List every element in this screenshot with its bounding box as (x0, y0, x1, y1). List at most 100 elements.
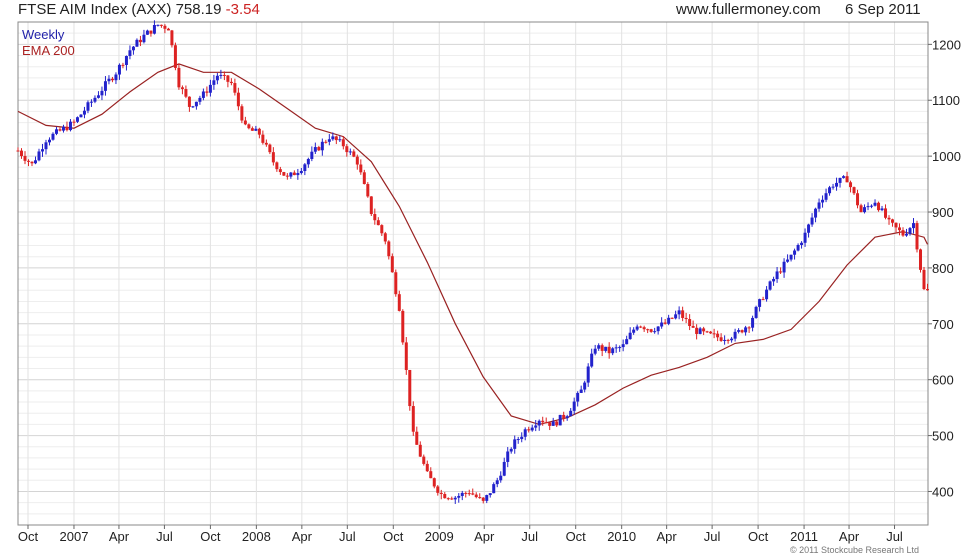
weekly-bar-body-up (565, 416, 569, 419)
weekly-bar-body-up (908, 228, 912, 234)
weekly-bar-body-up (772, 279, 776, 282)
weekly-bar-body-down (362, 172, 366, 185)
weekly-bar-body-down (688, 319, 692, 327)
weekly-bar-body-down (250, 128, 254, 131)
weekly-bar-body-up (551, 421, 555, 426)
weekly-bar-body-down (478, 497, 482, 499)
weekly-bar-body-down (481, 497, 485, 501)
weekly-bar-body-up (191, 106, 195, 108)
weekly-bar-body-up (128, 50, 132, 56)
weekly-bar-body-down (856, 193, 860, 206)
x-tick-label: Jul (886, 529, 903, 544)
weekly-bar-body-up (201, 91, 205, 98)
weekly-bar-body-down (247, 124, 251, 129)
x-tick-label: Oct (18, 529, 39, 544)
weekly-bar-body-down (446, 498, 450, 500)
y-tick-label: 600 (932, 373, 954, 388)
plot-frame (17, 21, 929, 526)
weekly-bar-body-up (824, 193, 828, 200)
weekly-bar-body-down (278, 169, 282, 173)
weekly-bar-body-up (86, 102, 90, 111)
weekly-bar-body-up (733, 331, 737, 339)
weekly-bar-body-up (47, 139, 51, 143)
x-axis: Oct 2007 Apr Jul Oct 2008 Apr Jul Oct 2009 Apr Jul O… (18, 525, 903, 544)
weekly-bar-body-up (758, 299, 762, 307)
weekly-bar-body-down (527, 429, 531, 431)
weekly-bar-body-down (30, 161, 34, 164)
y-tick-label: 700 (932, 317, 954, 332)
weekly-bar-body-up (75, 117, 79, 122)
weekly-bar-body-down (894, 222, 898, 228)
weekly-bar-body-down (26, 160, 30, 162)
weekly-bar-body-down (649, 329, 653, 332)
weekly-bar-body-up (621, 344, 625, 348)
weekly-bar-body-down (243, 120, 247, 125)
weekly-bar-body-up (152, 25, 156, 34)
weekly-bar-body-down (16, 150, 20, 152)
weekly-bar-body-down (317, 147, 321, 151)
weekly-bar-body-up (457, 495, 461, 498)
weekly-bar-body-up (54, 129, 58, 134)
y-tick-label: 1000 (932, 149, 961, 164)
weekly-bar-body-up (516, 439, 520, 441)
weekly-bar-body-up (656, 326, 660, 332)
chart-grid (18, 21, 928, 525)
weekly-bar-body-down (271, 152, 275, 163)
weekly-bar-body-down (341, 139, 345, 147)
weekly-bar-body-up (530, 427, 534, 431)
weekly-bar-body-up (821, 199, 825, 203)
weekly-bar-body-down (548, 422, 552, 426)
weekly-bar-body-down (901, 230, 905, 236)
weekly-bar-body-up (100, 90, 104, 96)
weekly-bar-body-up (880, 208, 884, 211)
weekly-bar-body-up (254, 128, 258, 131)
weekly-bar-body-up (61, 126, 65, 131)
weekly-bar-body-up (789, 254, 793, 260)
weekly-bar-body-down (926, 289, 930, 291)
weekly-bar-body-down (709, 331, 713, 334)
weekly-bar-body-down (285, 175, 289, 177)
x-tick-label: 2009 (425, 529, 454, 544)
weekly-bar-body-up (289, 172, 293, 177)
weekly-bar-body-up (814, 208, 818, 218)
weekly-bar-body-up (107, 78, 111, 82)
y-tick-label: 800 (932, 261, 954, 276)
legend-ema: EMA 200 (22, 43, 75, 58)
weekly-bar-body-down (607, 346, 611, 354)
weekly-bar-body-up (831, 186, 835, 188)
weekly-bar-body-up (674, 314, 678, 319)
weekly-bar-body-down (23, 156, 27, 161)
weekly-bar-body-down (443, 494, 447, 499)
weekly-bar-body-down (474, 494, 478, 498)
weekly-bar-body-up (653, 331, 657, 333)
weekly-bar-body-down (390, 256, 394, 273)
x-tick-label: Apr (657, 529, 678, 544)
weekly-bar-body-up (786, 259, 790, 262)
weekly-bar-body-down (691, 326, 695, 328)
weekly-bar-body-up (194, 101, 198, 107)
weekly-bar-body-up (495, 480, 499, 485)
weekly-bar-body-down (467, 493, 471, 495)
weekly-bar-body-up (89, 101, 93, 103)
weekly-bar-body-up (677, 310, 681, 315)
weekly-bar-body-up (635, 326, 639, 330)
weekly-bar-body-up (520, 436, 524, 440)
x-tick-label: Jul (704, 529, 721, 544)
weekly-bar-body-up (338, 139, 342, 141)
weekly-bar-body-up (208, 84, 212, 93)
weekly-bar-body-up (810, 217, 814, 225)
weekly-bar-body-down (915, 223, 919, 250)
weekly-bar-body-down (222, 74, 226, 76)
x-tick-label: Apr (839, 529, 860, 544)
weekly-bar-body-down (922, 269, 926, 290)
weekly-bar-body-up (905, 233, 909, 236)
weekly-bar-body-down (387, 241, 391, 257)
weekly-bar-body-up (730, 338, 734, 341)
weekly-bar-body-down (761, 299, 765, 301)
weekly-bar-body-up (117, 64, 121, 75)
weekly-bar-body-down (719, 337, 723, 341)
weekly-bar-body-up (611, 348, 615, 354)
weekly-bar-body-down (264, 142, 268, 145)
weekly-bar-body-down (282, 172, 286, 176)
weekly-bar-body-up (628, 332, 632, 340)
